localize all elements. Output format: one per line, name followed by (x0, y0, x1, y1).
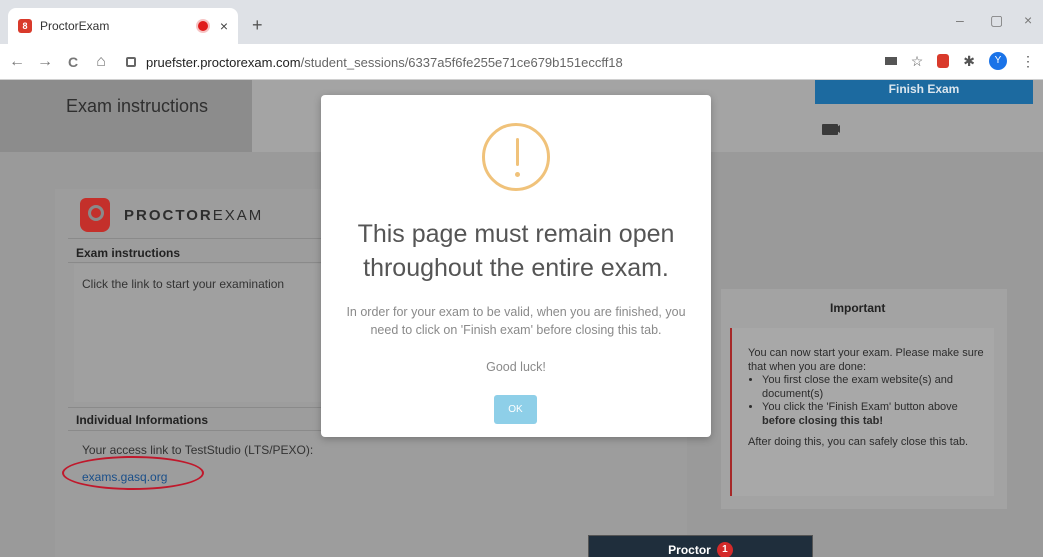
red-annotation-circle (62, 456, 204, 490)
modal-title: This page must remain open throughout th… (357, 220, 675, 282)
modal-message: In order for your exam to be valid, when… (346, 305, 686, 337)
ok-button[interactable]: OK (494, 395, 537, 424)
address-bar[interactable]: pruefster.proctorexam.com/student_sessio… (126, 50, 931, 74)
important-bullet: You first close the exam website(s) and … (762, 374, 988, 401)
minimize-window-button[interactable]: – (956, 12, 964, 28)
access-text: Your access link to TestStudio (LTS/PEXO… (82, 443, 314, 457)
browser-tab-bar: 8 ProctorExam × + – ▢ × (0, 0, 1043, 44)
header-left: Exam instructions (0, 80, 252, 152)
camera-icon[interactable] (884, 57, 897, 65)
important-outro: After doing this, you can safely close t… (748, 436, 969, 448)
finish-exam-button[interactable]: Finish Exam (815, 80, 1033, 104)
important-intro: You can now start your exam. Please make… (748, 347, 984, 373)
lock-icon (126, 57, 136, 67)
important-bullet: You click the 'Finish Exam' button above… (762, 401, 988, 428)
video-camera-icon (822, 124, 838, 135)
proctor-label: Proctor (668, 543, 711, 557)
close-window-button[interactable]: × (1024, 12, 1032, 28)
important-list: You first close the exam website(s) and … (762, 374, 988, 428)
browser-toolbar: ← → C ⌂ pruefster.proctorexam.com/studen… (0, 44, 1043, 80)
url-host: pruefster.proctorexam.com (146, 54, 301, 70)
close-tab-icon[interactable]: × (220, 18, 228, 34)
important-text: You can now start your exam. Please make… (748, 347, 988, 450)
restore-window-button[interactable]: ▢ (990, 12, 1003, 29)
tab-title: ProctorExam (40, 19, 110, 33)
warning-modal: This page must remain open throughout th… (321, 95, 711, 437)
url-path: /student_sessions/6337a5f6fe255e71ce679b… (300, 54, 623, 70)
instructions-heading: Exam instructions (76, 246, 181, 260)
extensions-icon[interactable]: ✱ (963, 53, 975, 70)
reload-button[interactable]: C (62, 54, 84, 70)
home-button[interactable]: ⌂ (90, 53, 112, 71)
brand-name: PROCTOREXAM (124, 207, 264, 224)
recording-indicator-icon (197, 21, 208, 31)
page-title: Exam instructions (66, 96, 209, 116)
new-tab-button[interactable]: + (252, 15, 263, 36)
proctor-notification-badge: 1 (716, 542, 733, 557)
toolbar-icons: ☆ ✱ Y ⋮ (884, 52, 1035, 70)
warning-icon (482, 123, 550, 191)
back-button[interactable]: ← (6, 53, 28, 71)
proctorexam-favicon-icon: 8 (18, 19, 32, 33)
proctor-chat-button[interactable]: Proctor 1 (588, 535, 813, 557)
browser-tab[interactable]: 8 ProctorExam × (8, 8, 238, 44)
individual-heading: Individual Informations (76, 413, 209, 427)
proctorexam-extension-icon[interactable] (937, 54, 950, 68)
menu-icon[interactable]: ⋮ (1021, 53, 1035, 70)
profile-avatar[interactable]: Y (989, 52, 1007, 70)
star-icon[interactable]: ☆ (911, 53, 924, 70)
instructions-text: Click the link to start your examination (82, 277, 285, 291)
modal-good-luck: Good luck! (486, 360, 546, 374)
forward-button[interactable]: → (34, 53, 56, 71)
proctorexam-logo-icon (80, 198, 110, 232)
important-title: Important (830, 301, 886, 315)
